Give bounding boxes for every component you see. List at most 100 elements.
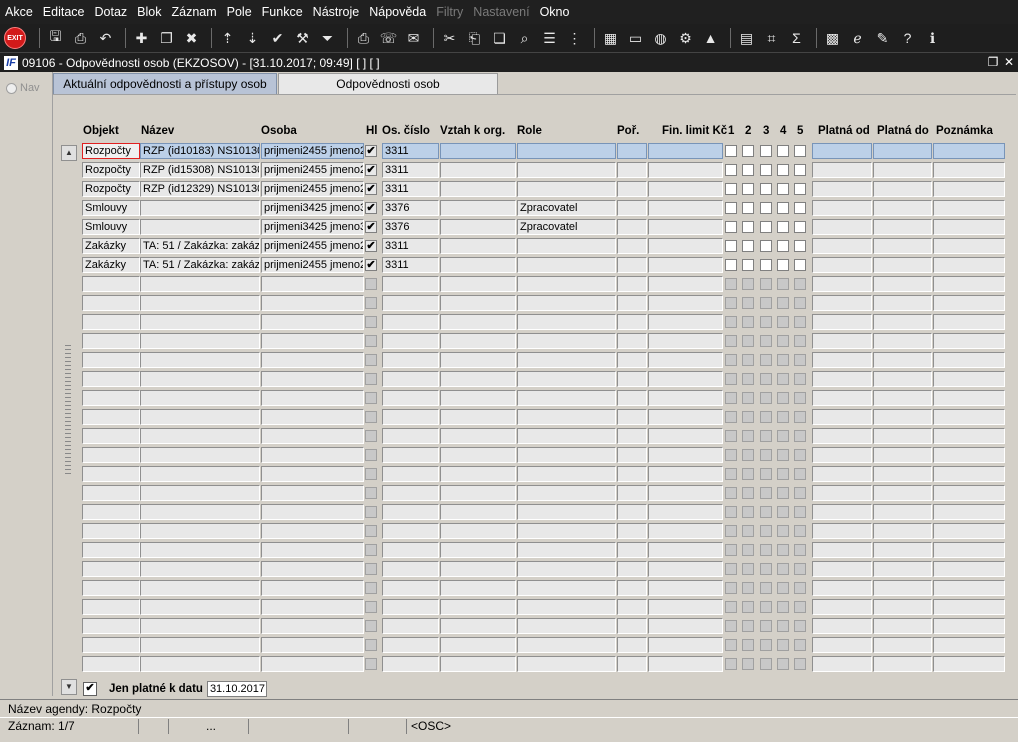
- flag-checkbox-c2[interactable]: [742, 183, 754, 195]
- fax-icon[interactable]: ☏: [378, 28, 399, 49]
- cell-por[interactable]: [617, 504, 647, 520]
- hl-checkbox[interactable]: [365, 639, 377, 651]
- cell-objekt[interactable]: [82, 333, 140, 349]
- flag-checkbox-c3[interactable]: [760, 487, 772, 499]
- cell-objekt[interactable]: [82, 352, 140, 368]
- flag-checkbox-c3[interactable]: [760, 316, 772, 328]
- flag-checkbox-c1[interactable]: [725, 240, 737, 252]
- cell-platna-od[interactable]: [812, 238, 872, 254]
- cell-platna-do[interactable]: [873, 523, 932, 539]
- flag-checkbox-c4[interactable]: [777, 525, 789, 537]
- cell-nazev[interactable]: [140, 485, 260, 501]
- cell-osoba[interactable]: prijmeni3425 jmeno34: [261, 219, 364, 235]
- ie-icon[interactable]: ℯ: [847, 28, 868, 49]
- cell-nazev[interactable]: [140, 295, 260, 311]
- flag-checkbox-c1[interactable]: [725, 335, 737, 347]
- flag-checkbox-c5[interactable]: [794, 240, 806, 252]
- cell-role[interactable]: [517, 276, 616, 292]
- cell-platna-od[interactable]: [812, 314, 872, 330]
- cell-objekt[interactable]: [82, 656, 140, 672]
- cell-os-cislo[interactable]: [382, 485, 439, 501]
- cell-vztah[interactable]: [440, 542, 516, 558]
- hl-checkbox[interactable]: [365, 506, 377, 518]
- cell-objekt[interactable]: Zakázky: [82, 257, 140, 273]
- cell-fin-limit[interactable]: [648, 637, 723, 653]
- flag-checkbox-c3[interactable]: [760, 145, 772, 157]
- wrench-icon[interactable]: ⚒: [292, 28, 313, 49]
- cell-fin-limit[interactable]: [648, 352, 723, 368]
- cell-platna-od[interactable]: [812, 542, 872, 558]
- flag-checkbox-c4[interactable]: [777, 620, 789, 632]
- cell-osoba[interactable]: [261, 466, 364, 482]
- flag-checkbox-c4[interactable]: [777, 202, 789, 214]
- cell-role[interactable]: [517, 333, 616, 349]
- cell-platna-od[interactable]: [812, 352, 872, 368]
- document-icon[interactable]: ▭: [625, 28, 646, 49]
- flag-checkbox-c4[interactable]: [777, 259, 789, 271]
- flag-checkbox-c5[interactable]: [794, 373, 806, 385]
- cell-nazev[interactable]: [140, 542, 260, 558]
- flag-checkbox-c2[interactable]: [742, 563, 754, 575]
- cell-poznamka[interactable]: [933, 371, 1005, 387]
- cell-os-cislo[interactable]: 3311: [382, 257, 439, 273]
- flag-checkbox-c4[interactable]: [777, 183, 789, 195]
- flag-checkbox-c5[interactable]: [794, 411, 806, 423]
- copy-record-icon[interactable]: ❐: [156, 28, 177, 49]
- printer-icon[interactable]: ⎙: [353, 28, 374, 49]
- cell-vztah[interactable]: [440, 409, 516, 425]
- menu-item-3[interactable]: Blok: [132, 5, 166, 19]
- cell-por[interactable]: [617, 333, 647, 349]
- query-icon[interactable]: ⌗: [761, 28, 782, 49]
- cell-os-cislo[interactable]: [382, 637, 439, 653]
- cell-platna-od[interactable]: [812, 409, 872, 425]
- flag-checkbox-c3[interactable]: [760, 164, 772, 176]
- flag-checkbox-c5[interactable]: [794, 297, 806, 309]
- hl-checkbox[interactable]: [365, 430, 377, 442]
- hl-checkbox[interactable]: [365, 487, 377, 499]
- flag-checkbox-c3[interactable]: [760, 240, 772, 252]
- flag-checkbox-c4[interactable]: [777, 658, 789, 670]
- cell-fin-limit[interactable]: [648, 523, 723, 539]
- hl-checkbox[interactable]: [365, 468, 377, 480]
- flag-checkbox-c1[interactable]: [725, 354, 737, 366]
- cell-fin-limit[interactable]: [648, 219, 723, 235]
- cell-platna-od[interactable]: [812, 257, 872, 273]
- cell-role[interactable]: [517, 542, 616, 558]
- cell-fin-limit[interactable]: [648, 371, 723, 387]
- flag-checkbox-c3[interactable]: [760, 601, 772, 613]
- cell-platna-od[interactable]: [812, 371, 872, 387]
- cell-fin-limit[interactable]: [648, 276, 723, 292]
- cell-nazev[interactable]: TA: 51 / Zakázka: zakáz: [140, 238, 260, 254]
- cell-platna-do[interactable]: [873, 219, 932, 235]
- flag-checkbox-c5[interactable]: [794, 582, 806, 594]
- flag-checkbox-c2[interactable]: [742, 316, 754, 328]
- cell-por[interactable]: [617, 409, 647, 425]
- flag-checkbox-c1[interactable]: [725, 430, 737, 442]
- flag-checkbox-c4[interactable]: [777, 354, 789, 366]
- cell-vztah[interactable]: [440, 238, 516, 254]
- flag-checkbox-c1[interactable]: [725, 506, 737, 518]
- cell-osoba[interactable]: [261, 371, 364, 387]
- flag-checkbox-c4[interactable]: [777, 563, 789, 575]
- flag-checkbox-c4[interactable]: [777, 335, 789, 347]
- cell-platna-od[interactable]: [812, 428, 872, 444]
- cell-nazev[interactable]: [140, 656, 260, 672]
- cell-platna-od[interactable]: [812, 466, 872, 482]
- hl-checkbox[interactable]: ✔: [365, 259, 377, 271]
- cell-nazev[interactable]: [140, 314, 260, 330]
- cell-poznamka[interactable]: [933, 314, 1005, 330]
- cell-role[interactable]: [517, 485, 616, 501]
- cell-poznamka[interactable]: [933, 181, 1005, 197]
- cell-osoba[interactable]: [261, 295, 364, 311]
- valid-only-checkbox[interactable]: ✔: [83, 682, 97, 696]
- cell-platna-do[interactable]: [873, 504, 932, 520]
- hl-checkbox[interactable]: [365, 354, 377, 366]
- cell-role[interactable]: [517, 390, 616, 406]
- cell-osoba[interactable]: [261, 523, 364, 539]
- cell-role[interactable]: [517, 181, 616, 197]
- cell-objekt[interactable]: [82, 599, 140, 615]
- flag-checkbox-c5[interactable]: [794, 430, 806, 442]
- cell-platna-do[interactable]: [873, 238, 932, 254]
- menu-item-5[interactable]: Pole: [222, 5, 257, 19]
- filter-icon[interactable]: ⏷: [317, 28, 338, 49]
